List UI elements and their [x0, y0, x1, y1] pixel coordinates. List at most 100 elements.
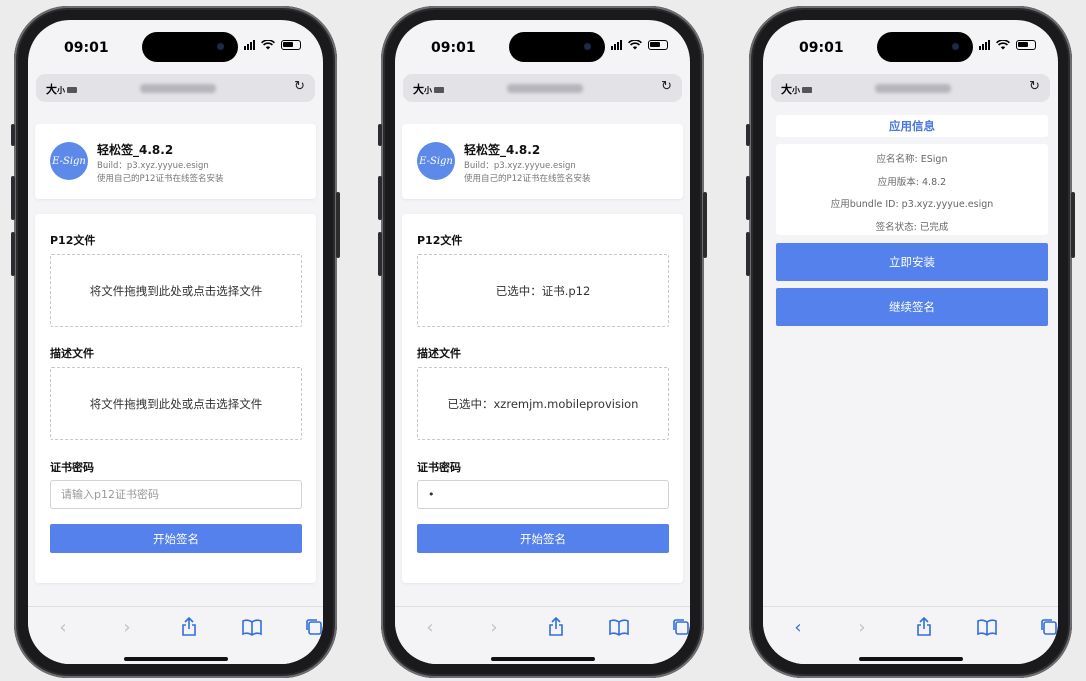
- camera-icon: [952, 43, 959, 50]
- browser-toolbar: ‹ ›: [395, 606, 690, 664]
- continue-sign-button[interactable]: 继续签名: [776, 288, 1048, 326]
- app-info-details: 应名名称: ESign 应用版本: 4.8.2 应用bundle ID: p3.…: [776, 144, 1048, 235]
- bookmarks-icon[interactable]: [240, 615, 264, 639]
- page-content: E-Sign 轻松签_4.8.2 Build：p3.xyz.yyyue.esig…: [28, 110, 323, 606]
- battery-icon: [1016, 40, 1036, 50]
- extension-icon: [434, 87, 444, 93]
- start-sign-button[interactable]: 开始签名: [50, 524, 302, 553]
- battery-icon: [281, 40, 301, 50]
- forward-icon[interactable]: ›: [482, 615, 506, 639]
- wifi-icon: [261, 40, 275, 50]
- tabs-icon[interactable]: [1037, 615, 1058, 639]
- page-content: 应用信息 应名名称: ESign 应用版本: 4.8.2 应用bundle ID…: [763, 110, 1058, 606]
- text-size-button[interactable]: 大小: [413, 81, 444, 97]
- address-bar[interactable]: 大小 ↻: [36, 74, 315, 102]
- volume-up-button: [11, 176, 15, 220]
- address-bar[interactable]: 大小 ↻: [403, 74, 682, 102]
- status-bar: 09:01: [763, 20, 1058, 66]
- app-description: 使用自己的P12证书在线签名安装: [464, 174, 591, 184]
- profile-label: 描述文件: [50, 347, 94, 360]
- app-logo: E-Sign: [50, 142, 88, 180]
- p12-dropzone[interactable]: 将文件拖拽到此处或点击选择文件: [50, 254, 302, 327]
- camera-icon: [584, 43, 591, 50]
- browser-toolbar: ‹ ›: [28, 606, 323, 664]
- share-icon[interactable]: [177, 615, 201, 639]
- volume-down-button: [11, 232, 15, 276]
- app-info-card: E-Sign 轻松签_4.8.2 Build：p3.xyz.yyyue.esig…: [402, 124, 683, 199]
- action-button: [746, 124, 750, 146]
- password-input[interactable]: [50, 480, 302, 509]
- share-icon[interactable]: [544, 615, 568, 639]
- profile-label: 描述文件: [417, 347, 461, 360]
- tabs-icon[interactable]: [302, 615, 323, 639]
- tabs-icon[interactable]: [669, 615, 690, 639]
- power-button: [336, 192, 340, 258]
- start-sign-button[interactable]: 开始签名: [417, 524, 669, 553]
- reload-icon[interactable]: ↻: [661, 79, 672, 94]
- extension-icon: [802, 87, 812, 93]
- app-build: Build：p3.xyz.yyyue.esign: [464, 161, 576, 171]
- url-text-blurred[interactable]: [140, 84, 216, 93]
- app-name: 轻松签_4.8.2: [97, 143, 174, 157]
- url-text-blurred[interactable]: [507, 84, 583, 93]
- volume-up-button: [378, 176, 382, 220]
- status-time: 09:01: [799, 40, 844, 56]
- app-info-card: E-Sign 轻松签_4.8.2 Build：p3.xyz.yyyue.esig…: [35, 124, 316, 199]
- url-text-blurred[interactable]: [875, 84, 951, 93]
- text-size-button[interactable]: 大小: [46, 81, 77, 97]
- screen: 09:01 大小 ↻ 应用信息 应名名称: ESign 应用版本: 4.8.2 …: [763, 20, 1058, 664]
- screen: 09:01 大小 ↻ E-Sign 轻松签_4.8.2 Build：p3.xyz…: [28, 20, 323, 664]
- bookmarks-icon[interactable]: [607, 615, 631, 639]
- p12-dropzone[interactable]: 已选中：证书.p12: [417, 254, 669, 327]
- browser-toolbar: ‹ ›: [763, 606, 1058, 664]
- profile-dropzone[interactable]: 已选中：xzremjm.mobileprovision: [417, 367, 669, 440]
- volume-down-button: [378, 232, 382, 276]
- home-indicator: [491, 657, 595, 661]
- back-icon[interactable]: ‹: [786, 615, 810, 639]
- app-version-line: 应用版本: 4.8.2: [877, 177, 947, 188]
- app-name-line: 应名名称: ESign: [876, 154, 948, 165]
- status-time: 09:01: [431, 40, 476, 56]
- phone-2: 09:01 大小 ↻ E-Sign 轻松签_4.8.2 Build：p3.xyz…: [378, 6, 707, 678]
- app-info-title: 应用信息: [776, 115, 1048, 137]
- volume-up-button: [746, 176, 750, 220]
- home-indicator: [859, 657, 963, 661]
- reload-icon[interactable]: ↻: [294, 79, 305, 94]
- p12-label: P12文件: [50, 234, 96, 247]
- sign-form-card: P12文件 将文件拖拽到此处或点击选择文件 描述文件 将文件拖拽到此处或点击选择…: [35, 214, 316, 583]
- share-icon[interactable]: [912, 615, 936, 639]
- app-logo: E-Sign: [417, 142, 455, 180]
- install-button[interactable]: 立即安装: [776, 243, 1048, 281]
- status-bar: 09:01: [395, 20, 690, 66]
- text-size-button[interactable]: 大小: [781, 81, 812, 97]
- status-time: 09:01: [64, 40, 109, 56]
- power-button: [703, 192, 707, 258]
- profile-dropzone[interactable]: 将文件拖拽到此处或点击选择文件: [50, 367, 302, 440]
- action-button: [378, 124, 382, 146]
- phone-3: 09:01 大小 ↻ 应用信息 应名名称: ESign 应用版本: 4.8.2 …: [746, 6, 1075, 678]
- wifi-icon: [996, 40, 1010, 50]
- back-icon[interactable]: ‹: [51, 615, 75, 639]
- app-description: 使用自己的P12证书在线签名安装: [97, 174, 224, 184]
- bookmarks-icon[interactable]: [975, 615, 999, 639]
- volume-down-button: [746, 232, 750, 276]
- sign-form-card: P12文件 已选中：证书.p12 描述文件 已选中：xzremjm.mobile…: [402, 214, 683, 583]
- action-button: [11, 124, 15, 146]
- reload-icon[interactable]: ↻: [1029, 79, 1040, 94]
- p12-label: P12文件: [417, 234, 463, 247]
- back-icon[interactable]: ‹: [418, 615, 442, 639]
- password-input[interactable]: [417, 480, 669, 509]
- dynamic-island: [509, 32, 605, 62]
- power-button: [1071, 192, 1075, 258]
- cellular-signal-icon: [611, 40, 622, 50]
- address-bar[interactable]: 大小 ↻: [771, 74, 1050, 102]
- cellular-signal-icon: [979, 40, 990, 50]
- app-name: 轻松签_4.8.2: [464, 143, 541, 157]
- app-build: Build：p3.xyz.yyyue.esign: [97, 161, 209, 171]
- forward-icon[interactable]: ›: [850, 615, 874, 639]
- password-label: 证书密码: [50, 461, 94, 474]
- cellular-signal-icon: [244, 40, 255, 50]
- forward-icon[interactable]: ›: [115, 615, 139, 639]
- status-bar: 09:01: [28, 20, 323, 66]
- home-indicator: [124, 657, 228, 661]
